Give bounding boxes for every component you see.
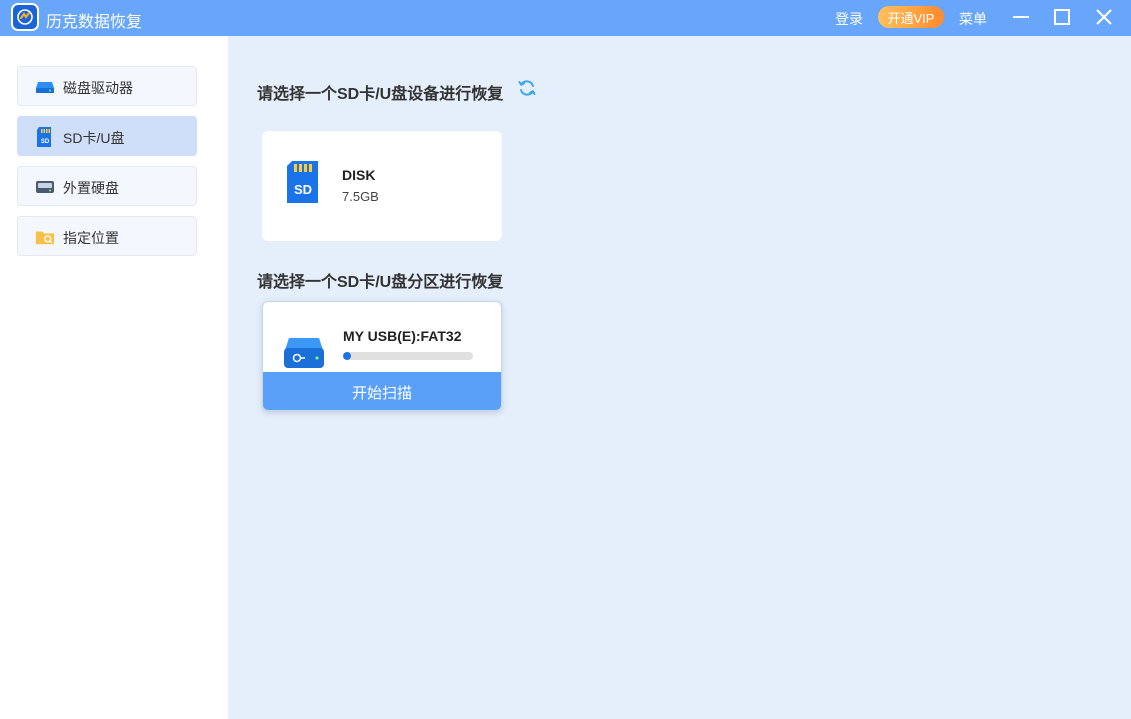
title-bar: 历克数据恢复 登录 开通VIP 菜单 <box>0 0 1131 36</box>
svg-text:SD: SD <box>294 182 312 197</box>
device-name: DISK <box>342 167 376 183</box>
sidebar-item-sd-card[interactable]: SD SD卡/U盘 <box>17 116 197 156</box>
partition-section-title: 请选择一个SD卡/U盘分区进行恢复 <box>257 274 504 291</box>
refresh-icon[interactable] <box>517 78 537 98</box>
sidebar-item-label: 磁盘驱动器 <box>63 80 133 96</box>
partition-card[interactable]: MY USB(E):FAT32 开始扫描 <box>262 301 502 411</box>
sidebar-item-label: 指定位置 <box>63 230 119 246</box>
usb-drive-icon <box>283 334 325 375</box>
main-content: 请选择一个SD卡/U盘设备进行恢复 SD DISK 7.5GB 请选择一个SD卡… <box>228 36 1131 719</box>
device-card[interactable]: SD DISK 7.5GB <box>262 131 502 241</box>
external-drive-icon <box>35 178 55 196</box>
svg-text:SD: SD <box>41 139 50 145</box>
minimize-button[interactable] <box>1008 5 1034 29</box>
app-logo-icon <box>11 3 39 31</box>
sidebar-item-location[interactable]: 指定位置 <box>17 216 197 256</box>
vip-button[interactable]: 开通VIP <box>878 6 944 28</box>
sidebar: 磁盘驱动器 SD SD卡/U盘 外置硬盘 指定位置 <box>0 36 228 719</box>
partition-name: MY USB(E):FAT32 <box>343 328 462 344</box>
folder-icon <box>35 228 55 246</box>
sidebar-item-external-drive[interactable]: 外置硬盘 <box>17 166 197 206</box>
sd-card-icon: SD <box>35 127 55 147</box>
close-button[interactable] <box>1091 5 1117 29</box>
login-link[interactable]: 登录 <box>835 9 863 29</box>
device-section-title: 请选择一个SD卡/U盘设备进行恢复 <box>257 86 504 103</box>
app-title: 历克数据恢复 <box>46 14 143 31</box>
sd-card-icon: SD <box>287 161 319 208</box>
close-icon <box>1096 9 1112 25</box>
disk-drive-icon <box>35 78 55 96</box>
partition-usage-bar <box>343 352 473 360</box>
start-scan-button[interactable]: 开始扫描 <box>263 372 501 410</box>
sidebar-item-label: SD卡/U盘 <box>63 130 125 146</box>
sidebar-item-label: 外置硬盘 <box>63 180 119 196</box>
minimize-icon <box>1013 16 1029 18</box>
partition-usage-fill <box>343 352 351 360</box>
maximize-button[interactable] <box>1049 5 1075 29</box>
menu-button[interactable]: 菜单 <box>959 9 987 29</box>
sidebar-item-disk-drive[interactable]: 磁盘驱动器 <box>17 66 197 106</box>
device-size: 7.5GB <box>342 189 379 204</box>
maximize-icon <box>1054 9 1070 25</box>
